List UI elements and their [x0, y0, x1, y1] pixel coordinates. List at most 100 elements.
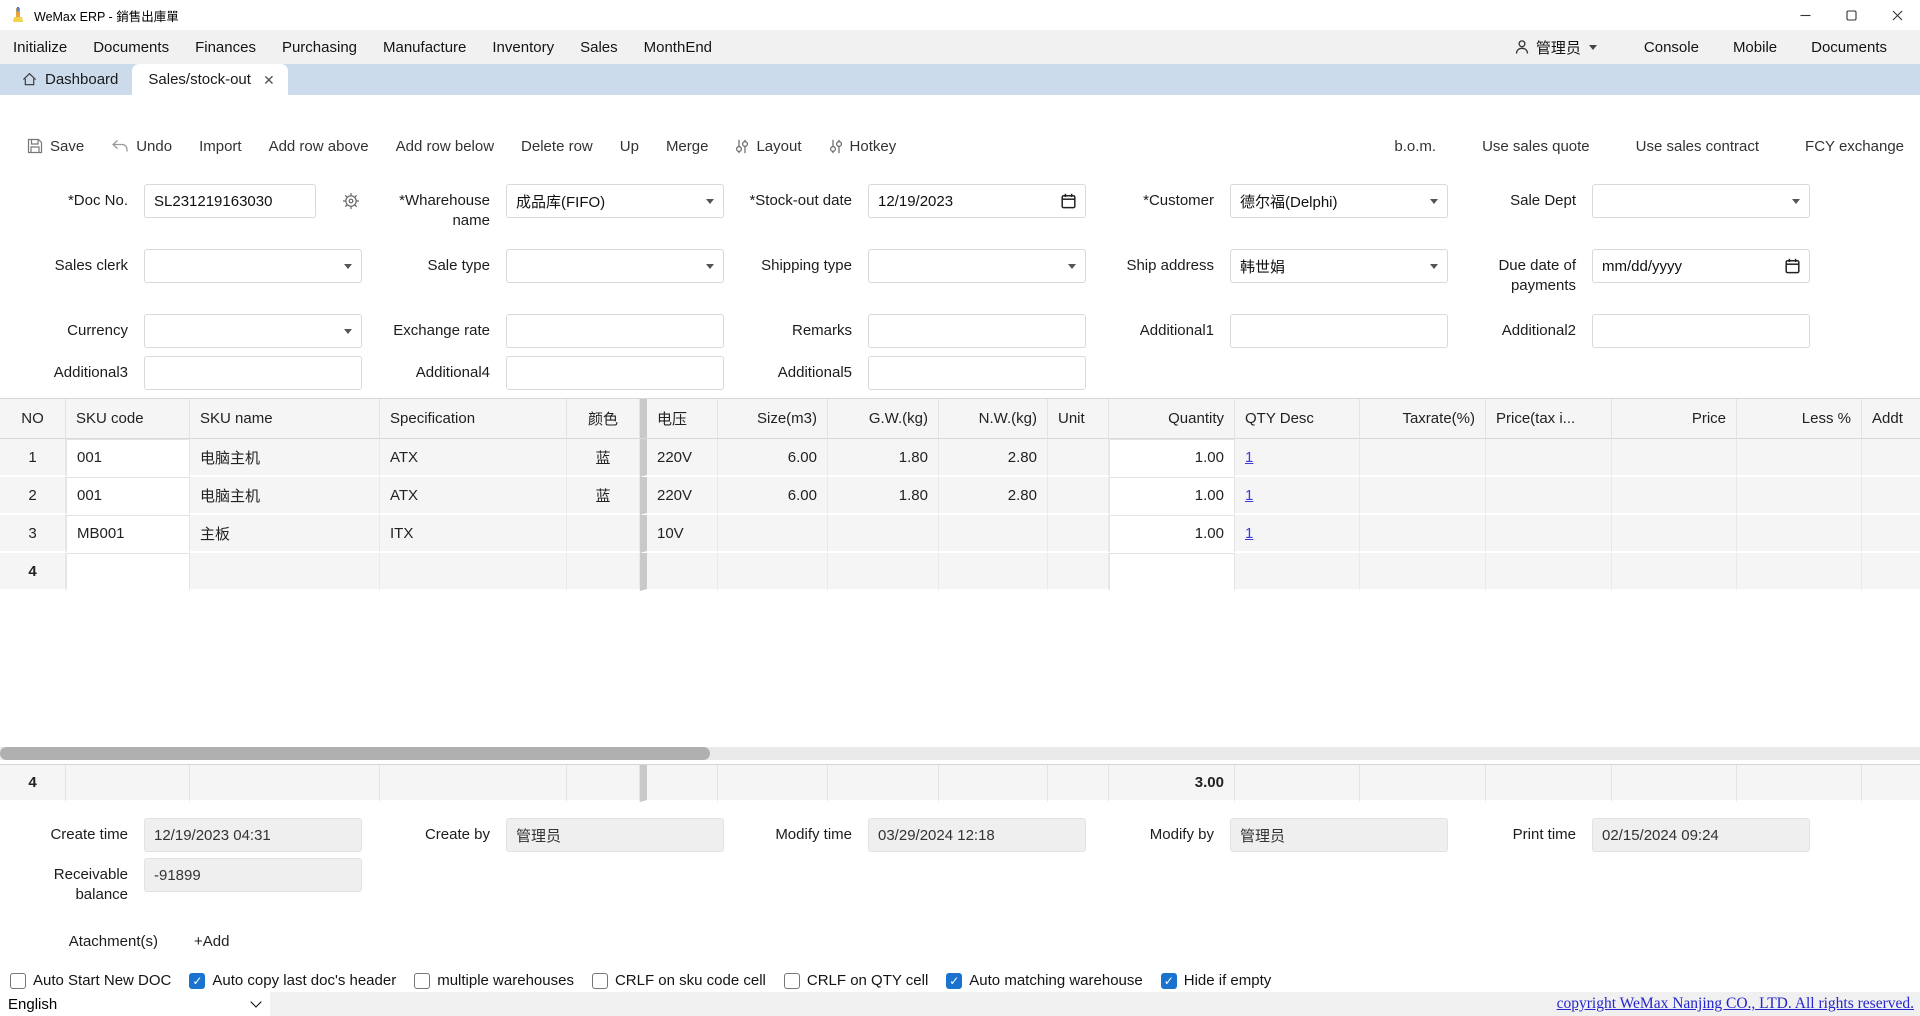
up-button[interactable]: Up: [620, 138, 639, 155]
checkbox-unchecked-icon[interactable]: [591, 972, 608, 989]
cell-price[interactable]: [1612, 515, 1737, 553]
menu-mobile[interactable]: Mobile: [1716, 39, 1794, 56]
tab-close-icon[interactable]: ✕: [263, 73, 275, 87]
option-crlf-on-qty-cell[interactable]: CRLF on QTY cell: [783, 972, 928, 989]
cell-voltage[interactable]: 220V: [640, 439, 718, 477]
column-header-taxrate[interactable]: Taxrate(%): [1360, 399, 1486, 438]
use-sales-quote-button[interactable]: Use sales quote: [1482, 138, 1590, 155]
shipping-type-select[interactable]: [868, 249, 1086, 283]
menu-purchasing[interactable]: Purchasing: [269, 39, 370, 56]
scrollbar-thumb[interactable]: [0, 747, 710, 760]
fcy-exchange-button[interactable]: FCY exchange: [1805, 138, 1904, 155]
cell-qty_desc[interactable]: 1: [1235, 477, 1360, 515]
layout-button[interactable]: Layout: [735, 138, 802, 155]
cell-spec[interactable]: ITX: [380, 515, 567, 553]
tab-sales-stock-out[interactable]: Sales/stock-out ✕: [132, 64, 288, 95]
cell-color[interactable]: [567, 515, 640, 553]
cell-sku_code[interactable]: [66, 553, 190, 591]
menu-documents-link[interactable]: Documents: [1794, 39, 1904, 56]
cell-spec[interactable]: ATX: [380, 439, 567, 477]
cell-voltage[interactable]: [640, 553, 718, 591]
calendar-icon[interactable]: [1785, 258, 1800, 274]
close-button[interactable]: [1874, 0, 1920, 30]
column-header-price[interactable]: Price: [1612, 399, 1737, 438]
cell-addt[interactable]: [1862, 439, 1920, 477]
column-header-qty_desc[interactable]: QTY Desc: [1235, 399, 1360, 438]
additional5-input[interactable]: [868, 356, 1086, 390]
column-header-quantity[interactable]: Quantity: [1109, 399, 1235, 438]
column-header-addt[interactable]: Addt: [1862, 399, 1920, 438]
qty-desc-link[interactable]: 1: [1245, 525, 1253, 542]
qty-desc-link[interactable]: 1: [1245, 449, 1253, 466]
add-row-above-button[interactable]: Add row above: [269, 138, 369, 155]
cell-unit[interactable]: [1048, 553, 1109, 591]
additional3-input[interactable]: [144, 356, 362, 390]
column-header-size[interactable]: Size(m3): [718, 399, 828, 438]
menu-sales[interactable]: Sales: [567, 39, 631, 56]
option-auto-copy-last-doc-s-header[interactable]: ✓ Auto copy last doc's header: [189, 972, 396, 989]
cell-quantity[interactable]: 1.00: [1109, 439, 1235, 477]
cell-voltage[interactable]: 220V: [640, 477, 718, 515]
cell-quantity[interactable]: [1109, 553, 1235, 591]
remarks-input[interactable]: [868, 314, 1086, 348]
cell-less[interactable]: [1737, 439, 1862, 477]
column-header-spec[interactable]: Specification: [380, 399, 567, 438]
cell-spec[interactable]: ATX: [380, 477, 567, 515]
menu-inventory[interactable]: Inventory: [479, 39, 567, 56]
cell-gw[interactable]: [828, 553, 939, 591]
cell-no[interactable]: 2: [0, 477, 66, 515]
cell-color[interactable]: [567, 553, 640, 591]
option-hide-if-empty[interactable]: ✓ Hide if empty: [1160, 972, 1271, 989]
cell-qty_desc[interactable]: [1235, 553, 1360, 591]
cell-no[interactable]: 4: [0, 553, 66, 591]
warehouse-select[interactable]: 成品库(FIFO): [506, 184, 724, 218]
cell-size[interactable]: 6.00: [718, 439, 828, 477]
cell-no[interactable]: 3: [0, 515, 66, 553]
menu-documents[interactable]: Documents: [80, 39, 182, 56]
checkbox-checked-icon[interactable]: ✓: [946, 972, 963, 989]
option-auto-matching-warehouse[interactable]: ✓ Auto matching warehouse: [946, 972, 1143, 989]
cell-addt[interactable]: [1862, 477, 1920, 515]
sale-type-select[interactable]: [506, 249, 724, 283]
currency-select[interactable]: [144, 314, 362, 348]
exchange-rate-input[interactable]: [506, 314, 724, 348]
cell-unit[interactable]: [1048, 477, 1109, 515]
cell-sku_name[interactable]: 主板: [190, 515, 380, 553]
column-header-unit[interactable]: Unit: [1048, 399, 1109, 438]
undo-button[interactable]: Undo: [111, 138, 172, 155]
option-auto-start-new-doc[interactable]: Auto Start New DOC: [10, 972, 171, 989]
cell-sku_code[interactable]: 001: [66, 439, 190, 477]
option-multiple-warehouses[interactable]: multiple warehouses: [414, 972, 574, 989]
merge-button[interactable]: Merge: [666, 138, 709, 155]
cell-gw[interactable]: 1.80: [828, 439, 939, 477]
option-crlf-on-sku-code-cell[interactable]: CRLF on sku code cell: [591, 972, 766, 989]
additional1-input[interactable]: [1230, 314, 1448, 348]
cell-quantity[interactable]: 1.00: [1109, 515, 1235, 553]
cell-size[interactable]: [718, 515, 828, 553]
cell-price_tax[interactable]: [1486, 553, 1612, 591]
additional2-input[interactable]: [1592, 314, 1810, 348]
cell-sku_code[interactable]: MB001: [66, 515, 190, 553]
cell-sku_name[interactable]: [190, 553, 380, 591]
cell-nw[interactable]: 2.80: [939, 477, 1048, 515]
add-row-below-button[interactable]: Add row below: [396, 138, 494, 155]
cell-unit[interactable]: [1048, 515, 1109, 553]
cell-addt[interactable]: [1862, 515, 1920, 553]
import-button[interactable]: Import: [199, 138, 242, 155]
cell-taxrate[interactable]: [1360, 439, 1486, 477]
cell-gw[interactable]: [828, 515, 939, 553]
column-header-gw[interactable]: G.W.(kg): [828, 399, 939, 438]
cell-price[interactable]: [1612, 439, 1737, 477]
cell-qty_desc[interactable]: 1: [1235, 515, 1360, 553]
cell-nw[interactable]: [939, 553, 1048, 591]
checkbox-unchecked-icon[interactable]: [414, 972, 431, 989]
cell-qty_desc[interactable]: 1: [1235, 439, 1360, 477]
column-header-price_tax[interactable]: Price(tax i...: [1486, 399, 1612, 438]
additional4-input[interactable]: [506, 356, 724, 390]
user-menu[interactable]: 管理员: [1514, 37, 1597, 58]
menu-initialize[interactable]: Initialize: [0, 39, 80, 56]
cell-price_tax[interactable]: [1486, 477, 1612, 515]
use-sales-contract-button[interactable]: Use sales contract: [1636, 138, 1759, 155]
cell-taxrate[interactable]: [1360, 515, 1486, 553]
save-button[interactable]: Save: [27, 138, 84, 155]
